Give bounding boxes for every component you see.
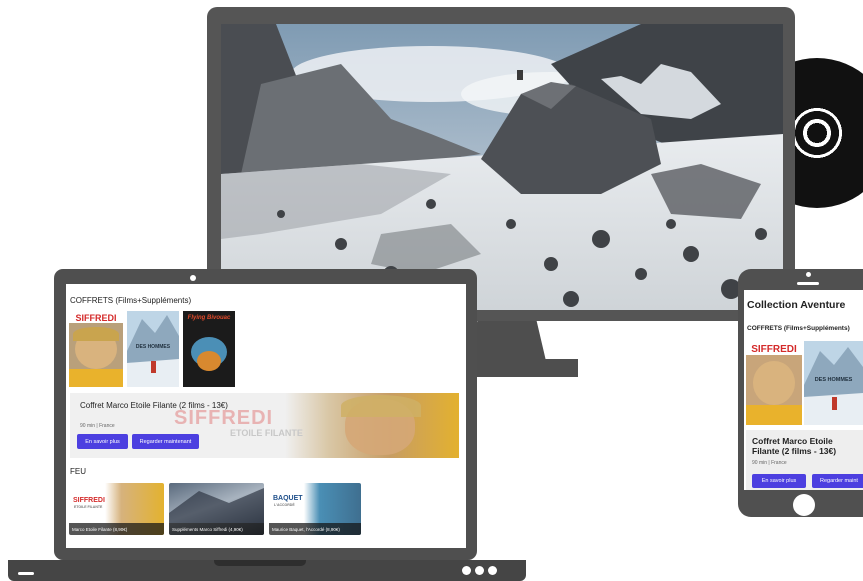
laptop-camera — [190, 275, 196, 281]
cover-des-hommes-title: DES HOMMES — [135, 344, 171, 350]
phone-page-title: Collection Aventure — [747, 299, 846, 311]
monitor-screen-mountain-image — [221, 24, 783, 310]
monitor-stand-neck — [468, 321, 546, 361]
cover-siffredi-title: SIFFREDI — [75, 313, 117, 323]
featured-logo-subtitle: ETOILE FILANTE — [230, 428, 303, 438]
thumbnail-logo: BAQUET — [273, 495, 303, 502]
laptop-base-indicator — [18, 572, 34, 575]
thumbnail-logo-subtitle: L'ACCORDÉ — [274, 503, 295, 507]
video-thumbnail-maurice-baquet[interactable]: BAQUET L'ACCORDÉ Maurice Baquet, l'Accor… — [269, 483, 361, 535]
cover-siffredi[interactable]: SIFFREDI — [69, 311, 123, 387]
phone-camera — [806, 272, 811, 277]
laptop-screen: COFFRETS (Films+Suppléments) SIFFREDI DE… — [66, 284, 466, 548]
learn-more-button[interactable]: En savoir plus — [77, 434, 128, 449]
thumbnail-caption: Marco Etoile Filante (8,90€) — [69, 523, 164, 535]
phone-cover-des-hommes[interactable]: DES HOMMES — [804, 341, 863, 425]
phone-cover-siffredi[interactable]: SIFFREDI — [746, 341, 802, 425]
video-thumbnail-supplements[interactable]: Suppléments Marco Siffredi (4,90€) — [169, 483, 264, 535]
phone-featured-meta: 90 min | France — [752, 460, 787, 466]
phone-cover-siffredi-title: SIFFREDI — [751, 344, 797, 355]
featured-item-banner[interactable]: SIFFREDI ETOILE FILANTE Coffret Marco Et… — [70, 393, 459, 458]
featured-hero-image — [285, 393, 459, 458]
thumbnail-caption: Maurice Baquet, l'Accordé (8,90€) — [269, 523, 361, 535]
phone-featured-banner[interactable]: Coffret Marco Etoile Filante (2 films - … — [746, 430, 863, 490]
phone-home-button[interactable] — [793, 494, 815, 516]
featured-logo-title: SIFFREDI — [174, 407, 274, 429]
cover-flying-bivouac-title: Flying Bivouac — [187, 315, 231, 321]
section-title-coffrets: COFFRETS (Films+Suppléments) — [70, 296, 192, 305]
featured-title: Coffret Marco Etoile Filante (2 films - … — [80, 401, 228, 410]
thumbnail-logo: SIFFREDI — [73, 497, 105, 504]
phone-speaker — [797, 282, 819, 285]
thumbnail-caption: Suppléments Marco Siffredi (4,90€) — [169, 523, 264, 535]
cover-des-hommes[interactable]: DES HOMMES — [127, 311, 179, 387]
thumbnail-logo-subtitle: ETOILE FILANTE — [74, 505, 103, 509]
phone-cover-des-hommes-title: DES HOMMES — [814, 377, 853, 383]
cover-flying-bivouac[interactable]: Flying Bivouac — [183, 311, 235, 387]
featured-meta: 90 min | France — [80, 423, 115, 429]
phone-featured-title: Coffret Marco Etoile Filante (2 films - … — [752, 436, 837, 456]
mountain-scene — [221, 24, 783, 310]
phone-section-title-coffrets: COFFRETS (Films+Suppléments) — [747, 325, 850, 332]
section-title-feu: FEU — [70, 467, 86, 476]
watch-now-button[interactable]: Regarder maintenant — [132, 434, 199, 449]
phone-screen: Collection Aventure COFFRETS (Films+Supp… — [744, 290, 863, 490]
laptop-base-dots — [462, 566, 497, 576]
phone-learn-more-button[interactable]: En savoir plus — [752, 474, 806, 488]
phone-watch-now-button[interactable]: Regarder maint — [812, 474, 863, 488]
video-thumbnail-marco-etoile[interactable]: SIFFREDI ETOILE FILANTE Marco Etoile Fil… — [69, 483, 164, 535]
laptop-trackpad-notch — [214, 560, 306, 566]
